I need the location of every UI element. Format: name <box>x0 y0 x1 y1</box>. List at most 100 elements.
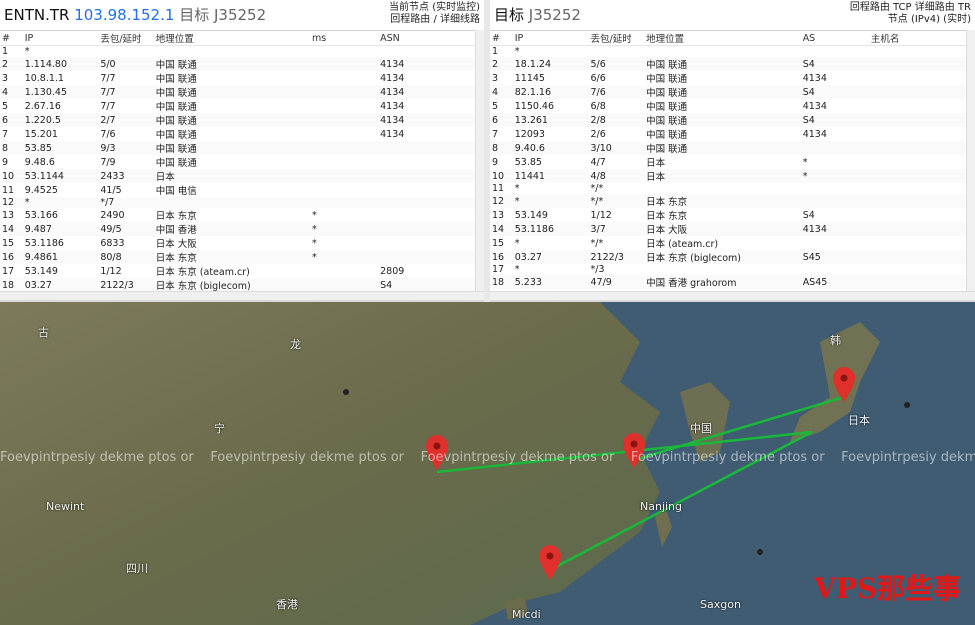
table-cell <box>800 194 869 208</box>
table-row[interactable]: 4 82.1.16 7/6 中国 联通 S4 <box>490 85 975 99</box>
route-map[interactable]: 宁 古 龙 日本 中国 香港 韩 四川 Newint Nanjing Micdi… <box>0 302 975 625</box>
table-cell <box>868 141 975 155</box>
table-cell <box>869 127 975 141</box>
table-cell: 9.4861 <box>22 250 99 264</box>
right-panel-title: 目标 J35252 <box>494 4 581 25</box>
col-loss[interactable]: 丢包/延时 <box>588 31 645 46</box>
table-row[interactable]: 18 03.27 2122/3 日本 东京 (biglecom) S4 <box>0 278 484 292</box>
table-row[interactable]: 17 * */3 <box>490 264 975 275</box>
table-cell: 17 <box>492 264 505 275</box>
table-cell: 6 <box>0 113 23 127</box>
table-row[interactable]: 8 9.40.6 3/10 中国 联通 <box>490 141 975 155</box>
right-panel-header: 目标 J35252 回程路由 TCP 详细路由 TR 节点 (IPv4) (实时… <box>490 0 975 31</box>
table-row[interactable]: 17 53.149 1/12 日本 东京 (ateam.cr) 2809 <box>0 264 484 279</box>
right-table-header: # IP 丢包/延时 地理位置 AS 主机名 <box>490 31 975 46</box>
table-cell: 7/7 <box>100 72 116 84</box>
table-cell <box>868 169 975 183</box>
table-cell: 中国 香港 grahorom <box>644 275 801 289</box>
table-row[interactable]: 3 11145 6/6 中国 联通 4134 <box>490 71 975 86</box>
table-cell: 日本 东京 <box>644 194 801 208</box>
col-location[interactable]: 地理位置 <box>153 31 311 46</box>
table-row[interactable]: 14 9.487 49/5 中国 香港 * <box>0 222 484 236</box>
table-row[interactable]: 10 11441 4/8 日本 * <box>490 169 975 183</box>
table-cell: 日本 (ateam.cr) <box>646 239 719 250</box>
table-cell: 11 <box>2 184 15 196</box>
table-cell: 9.4525 <box>24 184 58 196</box>
table-cell: 18 <box>490 275 513 289</box>
table-cell <box>869 183 975 194</box>
col-no[interactable]: # <box>490 31 513 46</box>
table-row[interactable]: 6 13.261 2/8 中国 联通 S4 <box>490 113 975 127</box>
col-loss[interactable]: 丢包/延时 <box>98 31 154 46</box>
table-row[interactable]: 4 1.130.45 7/7 中国 联通 4134 <box>0 85 484 99</box>
table-cell: 53.1186 <box>512 222 589 236</box>
table-row[interactable]: 18 5.233 47/9 中国 香港 grahorom AS45 <box>490 275 975 289</box>
table-cell: 中国 联通 <box>155 158 197 169</box>
table-row[interactable]: 13 53.166 2490 日本 东京 * <box>0 208 484 223</box>
left-target-code: 目标 J35252 <box>179 6 267 24</box>
table-cell <box>310 183 378 197</box>
table-cell: 4/7 <box>590 156 606 168</box>
table-row[interactable]: 2 1.114.80 5/0 中国 联通 4134 <box>0 57 484 71</box>
right-horizontal-scrollbar[interactable] <box>490 291 975 300</box>
map-watermark: Foevpintrpesiy dekme ptos or <box>420 450 615 465</box>
table-cell <box>310 197 379 208</box>
table-row[interactable]: 6 1.220.5 2/7 中国 联通 4134 <box>0 113 484 127</box>
table-row[interactable]: 1 * <box>0 46 484 57</box>
table-row[interactable]: 9 9.48.6 7/9 中国 联通 <box>0 155 484 170</box>
table-row[interactable]: 14 53.1186 3/7 日本 大阪 4134 <box>490 222 975 236</box>
right-vertical-scrollbar[interactable] <box>966 30 975 292</box>
col-ip[interactable]: IP <box>22 31 99 46</box>
table-cell <box>378 250 484 264</box>
col-location[interactable]: 地理位置 <box>644 31 801 46</box>
table-row[interactable]: 8 53.85 9/3 中国 联通 <box>0 141 484 155</box>
left-horizontal-scrollbar[interactable] <box>0 291 484 300</box>
col-asn[interactable]: ASN <box>378 31 484 46</box>
table-row[interactable]: 11 9.4525 41/5 中国 电信 <box>0 183 484 198</box>
table-cell: 2122/3 <box>98 278 154 292</box>
table-row[interactable]: 9 53.85 4/7 日本 * <box>490 155 975 170</box>
col-ms[interactable]: ms <box>310 31 379 46</box>
table-cell: 12 <box>0 197 23 208</box>
table-cell: 4134 <box>802 100 827 112</box>
table-cell <box>644 46 801 58</box>
table-cell: 5/6 <box>588 57 645 71</box>
col-as[interactable]: AS <box>800 31 869 46</box>
table-cell: * <box>802 156 808 168</box>
table-cell <box>801 183 869 194</box>
col-no[interactable]: # <box>0 31 23 46</box>
table-row[interactable]: 12 * */7 <box>0 197 484 208</box>
table-cell: 4134 <box>380 128 405 140</box>
table-row[interactable]: 12 * */* 日本 东京 <box>490 194 975 208</box>
table-row[interactable]: 10 53.1144 2433 日本 <box>0 169 484 183</box>
table-row[interactable]: 16 03.27 2122/3 日本 东京 (biglecom) S45 <box>490 250 975 264</box>
col-hostname[interactable]: 主机名 <box>868 31 975 46</box>
table-cell: 53.149 <box>24 265 58 277</box>
table-row[interactable]: 11 * */* <box>490 183 975 194</box>
table-row[interactable]: 5 2.67.16 7/7 中国 联通 4134 <box>0 99 484 114</box>
table-row[interactable]: 15 53.1186 6833 日本 大阪 * <box>0 236 484 251</box>
table-cell <box>869 236 975 250</box>
table-cell: 7/6 <box>588 85 645 99</box>
target-ip[interactable]: 103.98.152.1 <box>74 6 174 24</box>
table-row[interactable]: 13 53.149 1/12 日本 东京 S4 <box>490 208 975 223</box>
table-row[interactable]: 15 * */* 日本 (ateam.cr) <box>490 236 975 251</box>
table-row[interactable]: 3 10.8.1.1 7/7 中国 联通 4134 <box>0 71 484 86</box>
table-cell <box>801 46 869 58</box>
table-row[interactable]: 7 12093 2/6 中国 联通 4134 <box>490 127 975 142</box>
table-cell: S4 <box>800 113 869 127</box>
col-ip[interactable]: IP <box>512 31 589 46</box>
left-vertical-scrollbar[interactable] <box>475 30 484 292</box>
table-cell <box>644 183 801 194</box>
table-row[interactable]: 5 1150.46 6/8 中国 联通 4134 <box>490 99 975 114</box>
table-cell <box>869 99 975 113</box>
table-cell <box>869 208 975 222</box>
table-cell <box>310 113 379 127</box>
table-row[interactable]: 2 18.1.24 5/6 中国 联通 S4 <box>490 57 975 71</box>
table-row[interactable]: 7 15.201 7/6 中国 联通 4134 <box>0 127 484 142</box>
table-row[interactable]: 1 * <box>490 46 975 58</box>
table-row[interactable]: 16 9.4861 80/8 日本 东京 * <box>0 250 484 264</box>
table-cell: 2.67.16 <box>24 100 61 112</box>
table-cell: 2490 <box>100 209 125 221</box>
right-header-info: 回程路由 TCP 详细路由 TR 节点 (IPv4) (实时) <box>850 2 971 26</box>
